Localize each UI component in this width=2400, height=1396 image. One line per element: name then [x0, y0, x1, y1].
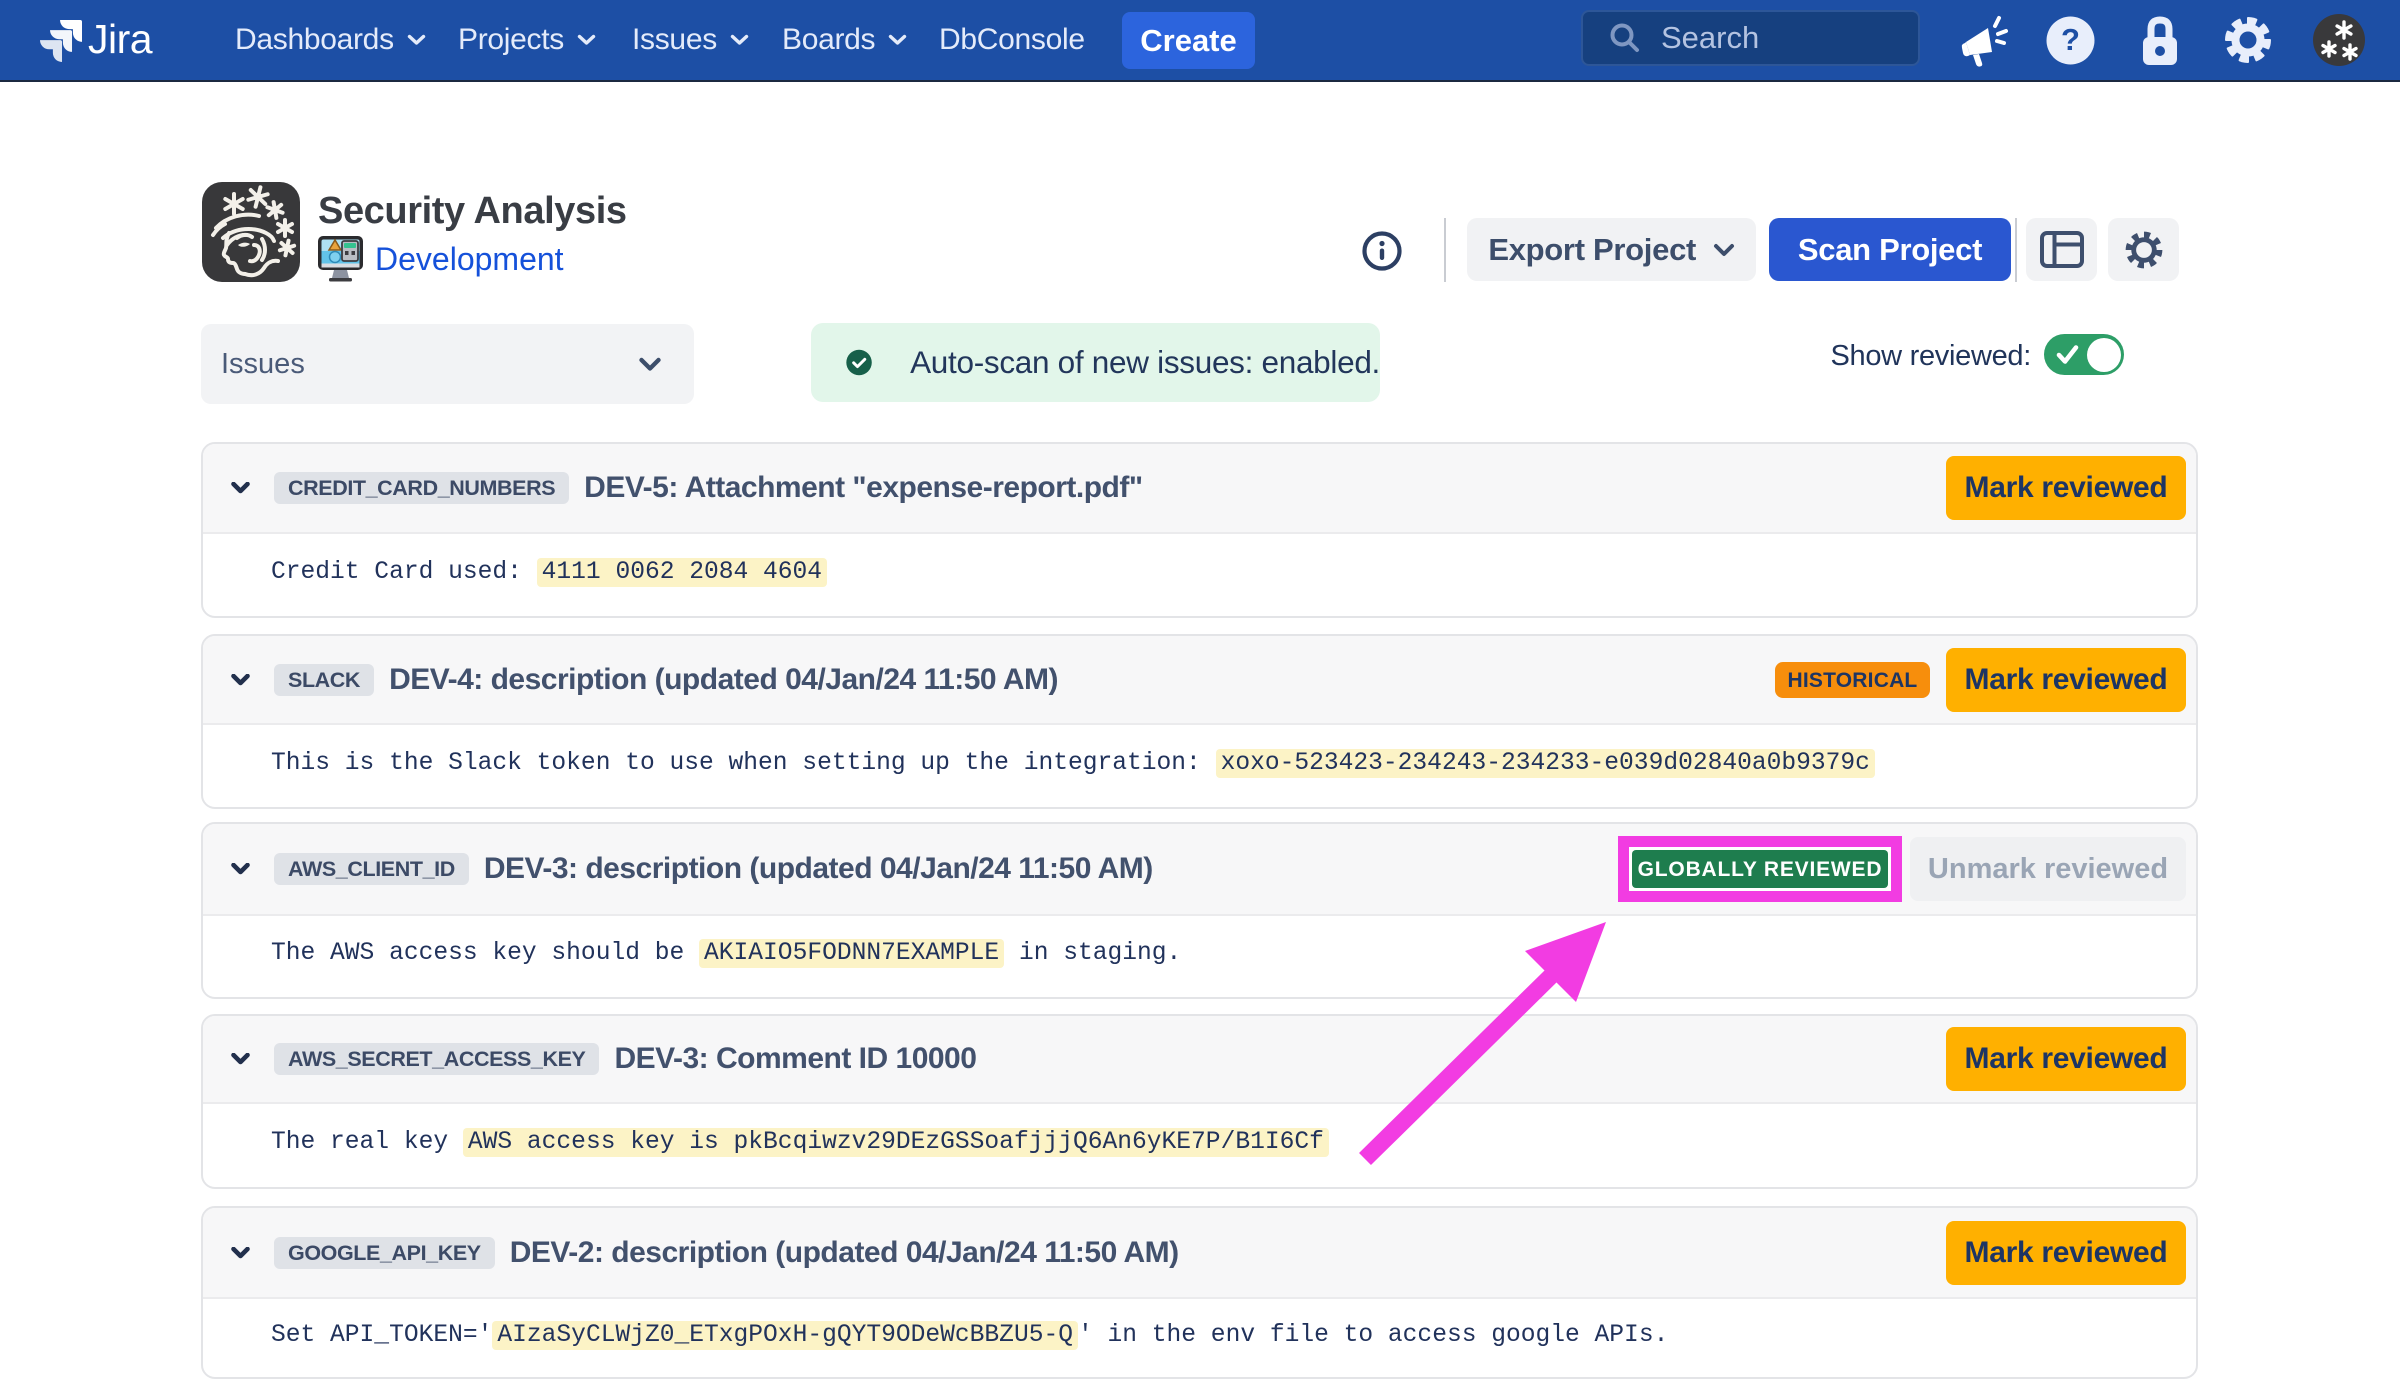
- svg-text:?: ?: [2061, 22, 2080, 57]
